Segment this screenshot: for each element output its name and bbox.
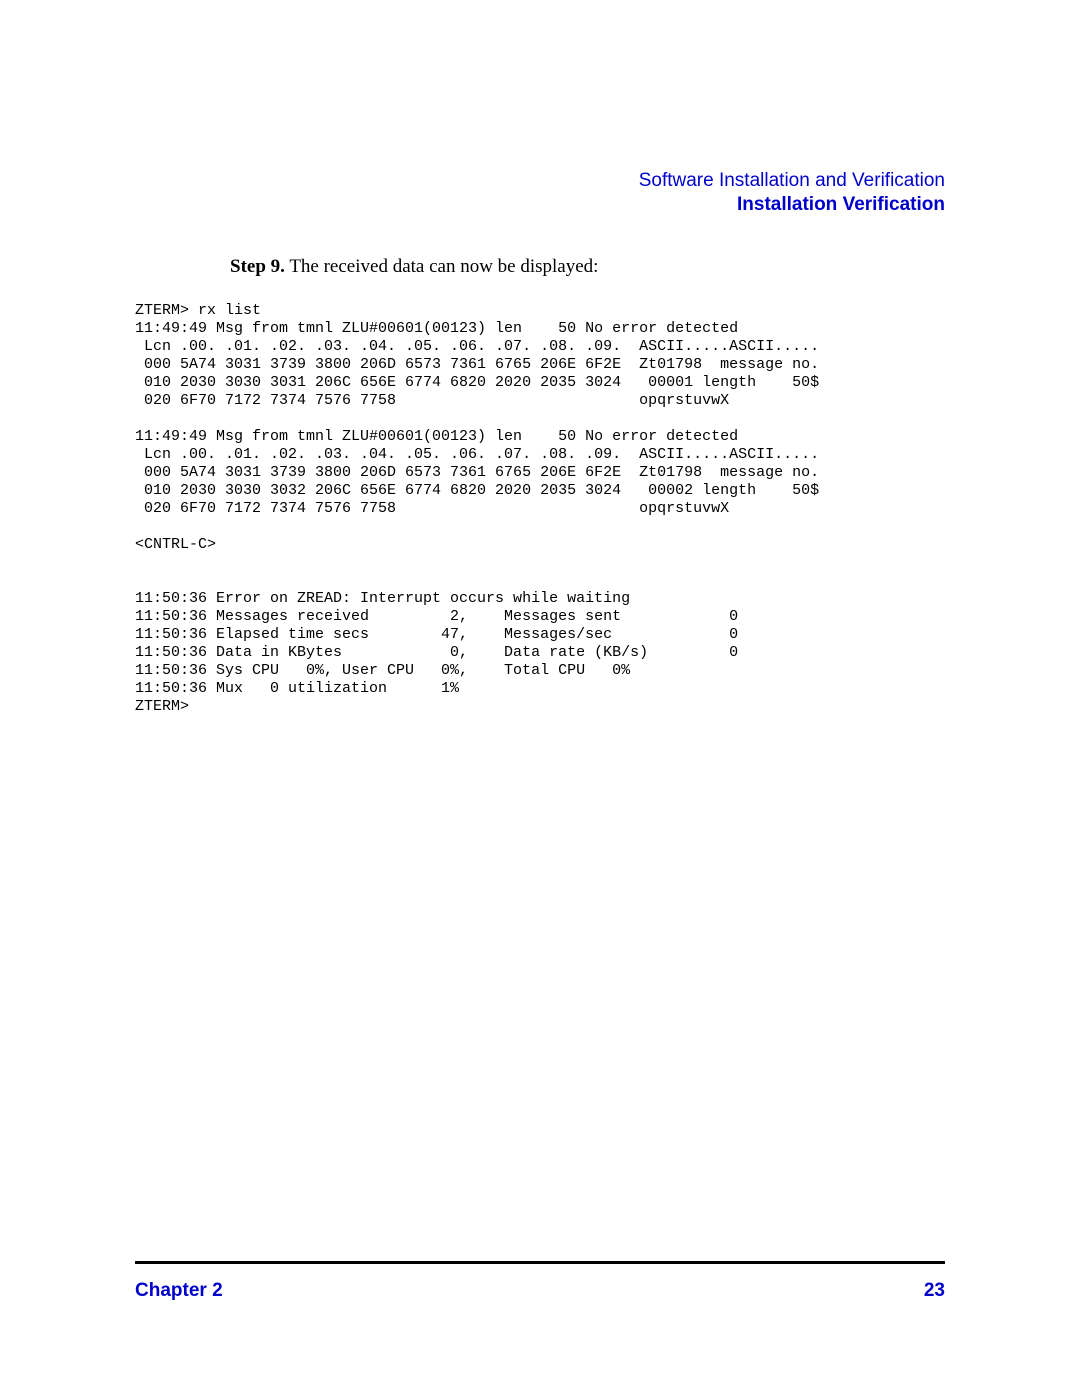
step-instruction: Step 9. The received data can now be dis…: [230, 256, 945, 278]
chapter-label: Chapter 2: [135, 1280, 223, 1302]
page-number: 23: [924, 1280, 945, 1302]
header-subsection-title: Installation Verification: [135, 194, 945, 216]
page-header: Software Installation and Verification I…: [135, 170, 945, 216]
page-container: Software Installation and Verification I…: [0, 0, 1080, 1397]
footer-row: Chapter 2 23: [135, 1280, 945, 1302]
header-section-title: Software Installation and Verification: [135, 170, 945, 192]
step-label: Step 9.: [230, 256, 285, 277]
footer-rule: [135, 1261, 945, 1264]
step-text: The received data can now be displayed:: [285, 256, 599, 277]
terminal-output: ZTERM> rx list 11:49:49 Msg from tmnl ZL…: [135, 302, 945, 716]
page-footer: Chapter 2 23: [135, 1261, 945, 1302]
